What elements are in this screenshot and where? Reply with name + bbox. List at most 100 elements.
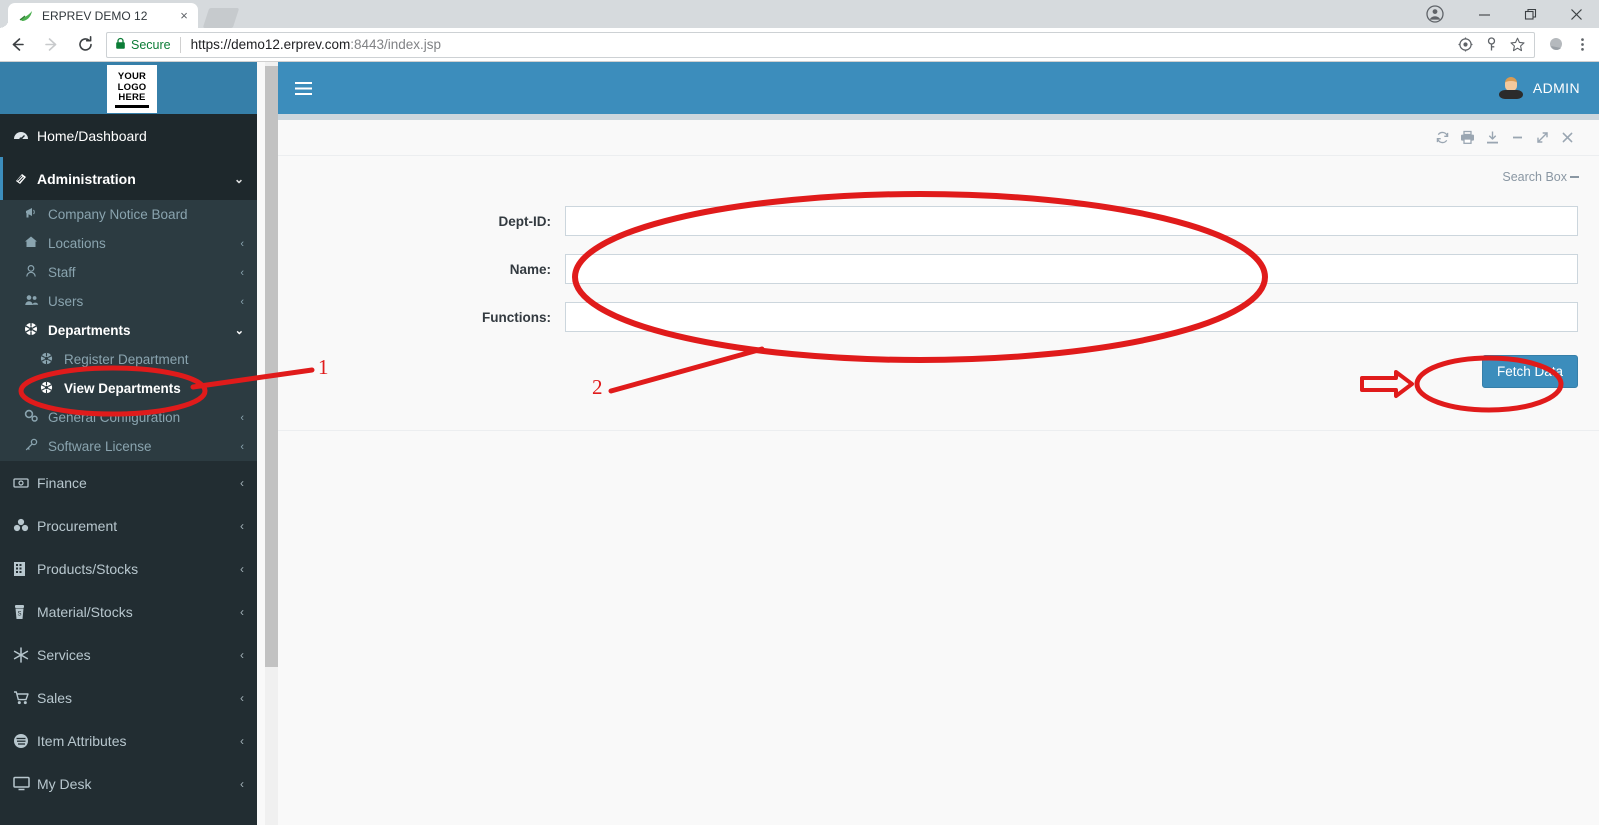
name-field[interactable] [565,254,1578,284]
sidebar-item-label: Procurement [37,517,118,534]
search-box-toggle[interactable]: Search Box [1502,170,1579,184]
window-close-button[interactable] [1553,0,1599,28]
sidebar-item-company-notice-board[interactable]: Company Notice Board [0,200,257,229]
sidebar-item-products-stocks[interactable]: Products/Stocks ‹ [0,547,257,590]
sidebar-menu: Home/Dashboard Administration ⌄ Company … [0,114,257,825]
sidebar-item-general-configuration[interactable]: General Configuration ‹ [0,403,257,432]
logo-line-3: HERE [118,92,146,104]
sidebar-item-finance[interactable]: Finance ‹ [0,461,257,504]
key-icon[interactable] [1478,33,1504,57]
functions-label: Functions: [482,309,551,325]
sidebar-item-procurement[interactable]: Procurement ‹ [0,504,257,547]
sidebar-item-departments[interactable]: Departments ⌄ [0,316,257,345]
sidebar-item-locations[interactable]: Locations ‹ [0,229,257,258]
fetch-data-button[interactable]: Fetch Data [1481,354,1578,388]
chevron-icon: ‹ [240,518,244,533]
chevron-icon: ‹ [240,411,244,424]
extension-icon[interactable] [1543,33,1569,57]
chevron-icon: ‹ [240,295,244,308]
sidebar-item-label: Material/Stocks [37,603,133,620]
content-panel: Search Box Dept-ID: Name: Functions: Fet… [278,114,1599,825]
department-icon [40,381,64,397]
url-host: demo12.erprev.com [231,37,351,52]
sidebar-item-item-attributes[interactable]: Item Attributes ‹ [0,719,257,762]
main-content: ADMIN Search Box Dept-ID: Name: Function… [278,62,1599,825]
window-maximize-button[interactable] [1507,0,1553,28]
sidebar-item-services[interactable]: Services ‹ [0,633,257,676]
procurement-icon [13,518,37,533]
omnibox-separator [179,36,181,53]
window-minimize-button[interactable] [1461,0,1507,28]
sidebar-item-label: Sales [37,689,73,706]
logo[interactable]: YOUR LOGO HERE [107,65,157,113]
download-icon[interactable] [1481,126,1504,149]
sidebar-item-material-stocks[interactable]: S Material/Stocks ‹ [0,590,257,633]
page-scrollbar-thumb[interactable] [265,66,278,667]
print-icon[interactable] [1456,126,1479,149]
department-icon [24,322,48,339]
search-box-label: Search Box [1502,170,1567,184]
products-icon [13,561,37,577]
minimize-icon[interactable] [1506,126,1529,149]
sidebar-logo-area: YOUR LOGO HERE [0,62,257,114]
browser-tab[interactable]: ERPREV DEMO 12 × [0,3,198,28]
attributes-icon [13,733,37,749]
chrome-menu-icon[interactable] [1569,33,1595,57]
browser-tab-bar: ERPREV DEMO 12 × [0,0,1599,28]
panel-toolbar [278,120,1599,156]
sidebar-item-staff[interactable]: Staff ‹ [0,258,257,287]
user-menu[interactable]: ADMIN [1498,62,1599,114]
collapse-dash-icon [1570,176,1579,178]
chevron-down-icon: ⌄ [233,171,244,186]
sidebar-item-software-license[interactable]: Software License ‹ [0,432,257,461]
tab-close-icon[interactable]: × [176,8,192,24]
user-name-label: ADMIN [1532,80,1580,96]
address-bar[interactable]: Secure https://demo12.erprev.com:8443/in… [106,31,1535,58]
sidebar-item-sales[interactable]: Sales ‹ [0,676,257,719]
new-tab-button[interactable] [202,8,240,28]
expand-icon[interactable] [1531,126,1554,149]
sidebar-item-users[interactable]: Users ‹ [0,287,257,316]
sidebar-item-label: Locations [48,236,106,251]
sidebar-item-label: Register Department [64,352,189,367]
name-label: Name: [509,261,551,277]
reload-button[interactable] [68,28,102,62]
key-icon [24,438,48,455]
chevron-icon: ‹ [240,266,244,279]
chevron-down-icon: ⌄ [234,325,244,337]
sidebar-item-home-dashboard[interactable]: Home/Dashboard [0,114,257,157]
refresh-icon[interactable] [1431,126,1454,149]
browser-toolbar: Secure https://demo12.erprev.com:8443/in… [0,28,1599,62]
sidebar-item-label: Users [48,294,84,309]
services-icon [13,646,37,663]
toolbar-right-group [1543,33,1599,57]
form-actions: Fetch Data [278,341,1599,401]
desk-icon [13,776,37,791]
sidebar-item-my-desk[interactable]: My Desk ‹ [0,762,257,805]
hamburger-menu-icon[interactable] [278,62,328,114]
sidebar-item-view-departments[interactable]: View Departments [0,374,257,403]
panel-divider [278,430,1599,431]
chevron-icon: ‹ [240,440,244,453]
dept-id-field[interactable] [565,206,1578,236]
close-icon[interactable] [1556,126,1579,149]
sidebar-item-label: Staff [48,265,76,280]
profile-icon[interactable] [1415,0,1455,28]
chevron-icon: ‹ [240,475,244,490]
sidebar-item-register-department[interactable]: Register Department [0,345,257,374]
bookmark-star-icon[interactable] [1504,33,1530,57]
browser-window: ERPREV DEMO 12 × Secure https://demo12.e… [0,0,1599,825]
form-row-functions: Functions: [278,293,1599,341]
chevron-icon: ‹ [240,604,244,619]
forward-button[interactable] [34,28,68,62]
sidebar-item-label: View Departments [64,381,181,396]
megaphone-icon [24,206,48,223]
sidebar-item-label: Services [37,646,91,663]
functions-field[interactable] [565,302,1578,332]
sidebar-item-administration[interactable]: Administration ⌄ [0,157,257,200]
target-icon[interactable] [1452,33,1478,57]
avatar [1498,75,1524,101]
sidebar-item-label: Software License [48,439,152,454]
back-button[interactable] [0,28,34,62]
dept-id-label: Dept-ID: [498,213,552,229]
